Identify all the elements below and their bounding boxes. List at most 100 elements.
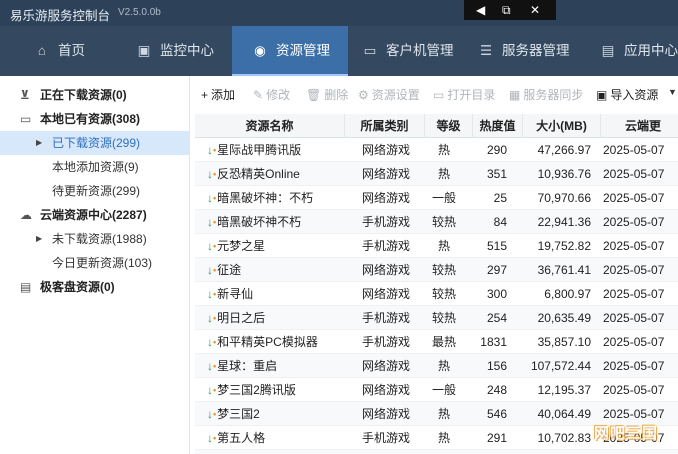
- tree-item-downloaded[interactable]: ▶ 已下载资源(299): [0, 131, 190, 155]
- cell-text: 一般: [431, 383, 456, 397]
- table-row[interactable]: ↓•反恐精英Online 网络游戏 热 351 10,936.76 2025-05-07: [195, 162, 678, 186]
- cell-name: ↓•梦三国2腾讯版: [207, 378, 349, 402]
- cell-category: 网络游戏: [353, 162, 419, 186]
- cell-level: 较热: [421, 210, 467, 234]
- cell-text: 网络游戏: [361, 383, 410, 397]
- cell-heat: 1831: [469, 330, 507, 354]
- cloud-icon: ☁: [20, 208, 32, 222]
- column-header-name[interactable]: 资源名称: [195, 114, 345, 138]
- cell-text: 2025-05-07: [603, 215, 665, 229]
- tab-server-management[interactable]: ☰ 服务器管理: [462, 26, 588, 76]
- tree-item-downloading[interactable]: ⊻ 正在下载资源(0): [0, 83, 190, 107]
- cell-text: 梦三国2腾讯版: [217, 383, 296, 397]
- cell-text: 网络游戏: [361, 167, 410, 181]
- cell-text: 1831: [480, 335, 507, 349]
- table-row[interactable]: ↓•星际战甲腾讯版 网络游戏热 290 47,266.97 2025-05-07: [195, 138, 678, 162]
- cell-text: 元梦之星: [217, 239, 266, 253]
- tab-app-center[interactable]: ▤ 应用中心: [588, 26, 678, 76]
- cell-text: 网络游戏: [361, 263, 410, 277]
- tree-item-geek-disk[interactable]: ▤ 极客盘资源(0): [0, 275, 190, 299]
- cell-heat: 156: [469, 354, 507, 378]
- cell-text: 156: [486, 359, 507, 373]
- import-resource-button[interactable]: ▣ 导入资源: [596, 86, 658, 103]
- open-folder-button[interactable]: ▭ 打开目录: [433, 86, 495, 103]
- column-header-heat[interactable]: 热度值: [473, 114, 523, 138]
- add-button[interactable]: + 添加: [201, 86, 235, 103]
- downloaded-icon: ↓•: [207, 431, 217, 445]
- tree-item-not-downloaded[interactable]: ▶ 未下载资源(1988): [0, 227, 190, 251]
- tree-item-local[interactable]: ▭ 本地已有资源(308): [0, 107, 190, 131]
- cell-date: 2025-05-07: [603, 210, 678, 234]
- cell-size: 40,064.49: [515, 402, 591, 426]
- toolbar-overflow-arrow-icon[interactable]: ▼: [668, 87, 678, 97]
- cell-text: 手机游戏: [361, 431, 410, 445]
- cell-text: 2025-05-07: [603, 287, 665, 301]
- tab-label: 服务器管理: [502, 43, 570, 58]
- cell-date: 2025-05-07: [603, 186, 678, 210]
- gamepad-icon: ◉: [254, 43, 266, 58]
- tab-home[interactable]: ⌂ 首页: [0, 26, 106, 76]
- resource-settings-button[interactable]: ⚙ 资源设置: [358, 86, 420, 103]
- edit-button[interactable]: ✎ 修改: [253, 86, 290, 103]
- button-label: 资源设置: [371, 88, 420, 102]
- cell-text: 和平精英PC模拟器: [217, 335, 318, 349]
- column-header-cloud-update[interactable]: 云端更: [601, 114, 678, 138]
- table-row[interactable]: ↓•明日之后 手机游戏 较热 254 20,635.49 2025-05-07: [195, 306, 678, 330]
- table-row[interactable]: [195, 450, 678, 454]
- table-row[interactable]: ↓•和平精英PC模拟器 手机游戏 最热 1831 35,857.10 2025-05-07: [195, 330, 678, 354]
- downloaded-icon: ↓•: [207, 191, 217, 205]
- cell-level: 一般: [421, 378, 467, 402]
- expand-arrow-icon[interactable]: ▶: [36, 227, 42, 251]
- cell-name: ↓•明日之后: [207, 306, 349, 330]
- server-sync-button[interactable]: ▦ 服务器同步: [509, 86, 583, 103]
- column-header-size[interactable]: 大小(MB): [523, 114, 601, 138]
- tree-item-cloud[interactable]: ☁ 云端资源中心(2287): [0, 203, 190, 227]
- cell-text: 546: [486, 407, 507, 421]
- cell-text: 20,635.49: [537, 311, 591, 325]
- table-row[interactable]: ↓•暗黑破坏神不朽 手机游戏 较热 84 22,941.36 2025-05-07: [195, 210, 678, 234]
- downloaded-icon: ↓•: [207, 287, 217, 301]
- cell-text: 2025-05-07: [603, 263, 665, 277]
- cell-size: 10,936.76: [515, 162, 591, 186]
- column-header-category[interactable]: 所属类别: [345, 114, 425, 138]
- tree-item-pending-update[interactable]: 待更新资源(299): [0, 179, 190, 203]
- close-icon[interactable]: ✕: [530, 1, 540, 19]
- pin-icon[interactable]: ◀: [476, 1, 485, 19]
- table-row[interactable]: ↓•星球：重启 网络游戏热 156 107,572.44 2025-05-07: [195, 354, 678, 378]
- trash-icon: 🗑: [306, 88, 322, 102]
- table-row[interactable]: ↓•梦三国2腾讯版 网络游戏 一般 248 12,195.37 2025-05-07: [195, 378, 678, 402]
- cell-text: 70,970.66: [537, 191, 591, 205]
- cell-text: 2025-05-07: [603, 335, 665, 349]
- cell-size: 12,195.37: [515, 378, 591, 402]
- table-row[interactable]: ↓•征途 网络游戏 较热 297 36,761.41 2025-05-07: [195, 258, 678, 282]
- tree-item-today-updated[interactable]: 今日更新资源(103): [0, 251, 190, 275]
- watermark-logo: 网吧三国: [594, 425, 659, 442]
- cell-level: 热: [421, 162, 467, 186]
- cell-category: 手机游戏: [353, 306, 419, 330]
- tree-item-local-added[interactable]: 本地添加资源(9): [0, 155, 190, 179]
- cell-name: ↓•征途: [207, 258, 349, 282]
- cell-text: 梦三国2: [217, 407, 260, 421]
- table-row[interactable]: ↓•元梦之星 手机游戏热 515 19,752.82 2025-05-07: [195, 234, 678, 258]
- cell-level: 一般: [421, 186, 467, 210]
- cell-level: [421, 450, 467, 454]
- button-label: 打开目录: [447, 88, 496, 102]
- home-icon: ⌂: [37, 43, 47, 58]
- cell-category: 网络游戏: [353, 186, 419, 210]
- tab-client-management[interactable]: ▭ 客户机管理: [348, 26, 462, 76]
- table-row[interactable]: ↓•新寻仙 网络游戏 较热 300 6,800.97 2025-05-07: [195, 282, 678, 306]
- cell-size: 36,761.41: [515, 258, 591, 282]
- app-window: 易乐游服务控制台 V2.5.0.0b ◀ ⧉ ✕ ⌂ 首页 ▣ 监控中心 ◉ 资源管理…: [0, 0, 678, 454]
- cell-text: 515: [486, 239, 507, 253]
- restore-icon[interactable]: ⧉: [502, 1, 511, 19]
- table-row[interactable]: ↓•暗黑破坏神：不朽 网络游戏 一般 25 70,970.66 2025-05-07: [195, 186, 678, 210]
- tab-resource-management[interactable]: ◉ 资源管理: [232, 26, 348, 76]
- delete-button[interactable]: 🗑 删除: [306, 86, 348, 103]
- cell-text: 一般: [431, 191, 456, 205]
- tab-monitor[interactable]: ▣ 监控中心: [106, 26, 232, 76]
- expand-arrow-icon[interactable]: ▶: [36, 131, 42, 155]
- downloaded-icon: ↓•: [207, 335, 217, 349]
- cell-date: 2025-05-07: [603, 282, 678, 306]
- cell-text: 网络游戏: [361, 407, 410, 421]
- column-header-level[interactable]: 等级: [425, 114, 473, 138]
